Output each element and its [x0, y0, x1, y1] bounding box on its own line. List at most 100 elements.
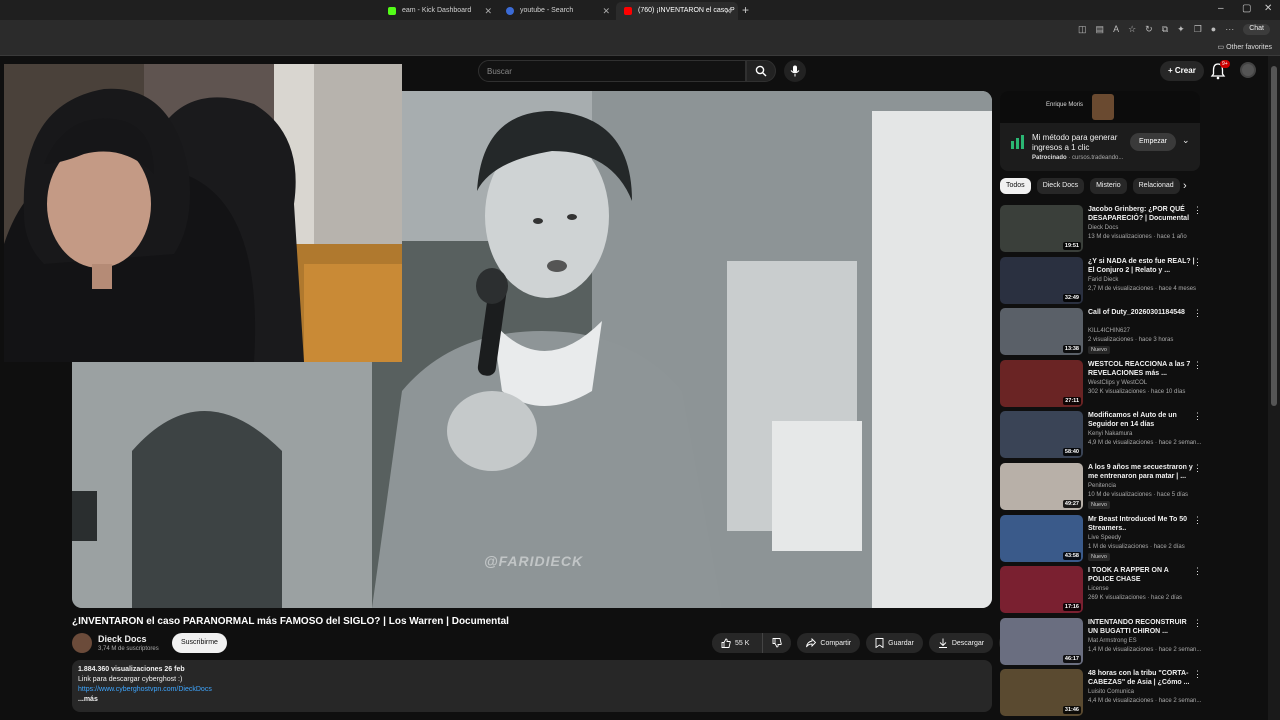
recommendation-title[interactable]: Modificamos el Auto de un Seguidor en 14… [1088, 411, 1196, 429]
recommendation-item[interactable]: 58:40 Modificamos el Auto de un Seguidor … [1000, 411, 1206, 459]
recommendation-title[interactable]: Jacobo Grinberg: ¿POR QUÉ DESAPARECIÓ? |… [1088, 205, 1196, 223]
recommendation-channel[interactable]: Live Speedy [1088, 535, 1121, 541]
channel-avatar[interactable] [72, 633, 92, 653]
minimize-icon[interactable]: – [1218, 3, 1224, 14]
chip-dieck-docs[interactable]: Dieck Docs [1036, 178, 1085, 194]
close-tab-icon[interactable]: ✕ [484, 6, 492, 17]
page-scrollbar[interactable] [1268, 56, 1280, 720]
description-box[interactable]: 1.884.360 visualizaciones 26 feb Link pa… [72, 660, 992, 712]
recommendation-title[interactable]: WESTCOL REACCIONA a las 7 REVELACIONES m… [1088, 360, 1196, 378]
recommendation-item[interactable]: 13:38 Call of Duty_20260301184548 KILL4ICH… [1000, 308, 1206, 356]
description-link[interactable]: https://www.cyberghostvpn.com/DieckDocs [78, 685, 986, 695]
video-thumbnail[interactable]: 46:17 [1000, 617, 1083, 665]
scrollbar-thumb[interactable] [1271, 66, 1277, 406]
video-thumbnail[interactable]: 32:49 [1000, 256, 1083, 304]
close-tab-icon[interactable]: ✕ [602, 6, 610, 17]
recommendation-title[interactable]: Mr Beast Introduced Me To 50 Streamers.. [1088, 515, 1196, 533]
voice-search-button[interactable] [784, 60, 806, 82]
tab-youtube-search[interactable]: youtube - Search ✕ [498, 2, 616, 20]
recommendation-channel[interactable]: Penitencia [1088, 483, 1116, 489]
recommendation-title[interactable]: A los 9 años me secuestraron y me entren… [1088, 463, 1196, 481]
new-tab-button[interactable]: + [742, 3, 749, 17]
search-input[interactable]: Buscar [478, 60, 746, 82]
recommendation-item[interactable]: 17:16 I TOOK A RAPPER ON A POLICE CHASE Li… [1000, 566, 1206, 614]
video-thumbnail[interactable]: 49:27 [1000, 463, 1083, 510]
show-more-link[interactable]: ...más [78, 695, 986, 705]
recommendation-channel[interactable]: Luisito Comunica [1088, 689, 1134, 695]
save-button[interactable]: Guardar [866, 633, 923, 653]
read-aloud-icon[interactable]: A [1113, 24, 1119, 35]
more-vertical-icon[interactable]: ⋮ [1193, 411, 1202, 422]
recommendation-channel[interactable]: Mat Armstrong ES [1088, 638, 1137, 644]
split-screen-icon[interactable]: ⧉ [1162, 24, 1168, 35]
chevron-down-icon[interactable]: ⌄ [1182, 135, 1190, 146]
copilot-chat-button[interactable]: Chat [1243, 24, 1270, 35]
recommendation-title[interactable]: 48 horas con la tribu "CORTA-CABEZAS" de… [1088, 669, 1196, 687]
create-button[interactable]: + Crear [1160, 61, 1204, 81]
recommendation-title[interactable]: INTENTANDO RECONSTRUIR UN BUGATTI CHIRON… [1088, 618, 1196, 636]
recommendation-item[interactable]: 46:17 INTENTANDO RECONSTRUIR UN BUGATTI C… [1000, 617, 1206, 666]
close-tab-icon[interactable]: ✕ [724, 6, 732, 17]
recommendation-item[interactable]: 19:51 Jacobo Grinberg: ¿POR QUÉ DESAPAREC… [1000, 205, 1206, 253]
recommendation-channel[interactable]: Dieck Docs [1088, 225, 1118, 231]
channel-name[interactable]: Dieck Docs [98, 634, 147, 644]
ad-cta-button[interactable]: Empezar [1130, 133, 1177, 151]
more-vertical-icon[interactable]: ⋮ [1193, 205, 1202, 216]
thumbs-up-icon [721, 638, 731, 648]
video-thumbnail[interactable]: 17:16 [1000, 566, 1083, 614]
refresh-icon[interactable]: ↻ [1145, 24, 1153, 35]
recommendation-channel[interactable]: KILL4ICHIN627 [1088, 328, 1130, 334]
dislike-button[interactable] [762, 633, 792, 653]
profile-icon[interactable]: ● [1211, 24, 1216, 35]
maximize-icon[interactable]: ▢ [1242, 3, 1251, 14]
video-thumbnail[interactable]: 58:40 [1000, 411, 1083, 459]
more-vertical-icon[interactable]: ⋮ [1193, 566, 1202, 577]
chip-relacionados[interactable]: Relacionad [1132, 178, 1180, 194]
more-vertical-icon[interactable]: ⋮ [1193, 463, 1202, 474]
recommendation-item[interactable]: 43:58 Mr Beast Introduced Me To 50 Stream… [1000, 514, 1206, 563]
recommendation-title[interactable]: ¿Y si NADA de esto fue REAL? | El Conjur… [1088, 257, 1196, 275]
tab-youtube-video[interactable]: (760) ¡INVENTARON el caso P ✕ [616, 2, 738, 20]
download-button[interactable]: Descargar [928, 633, 994, 653]
search-icon [755, 65, 767, 77]
more-menu-icon[interactable]: ··· [1225, 24, 1234, 35]
recommendation-title[interactable]: Call of Duty_20260301184548 [1088, 308, 1196, 317]
reader-icon[interactable]: ▤ [1096, 24, 1105, 35]
sponsored-ad[interactable]: Enrique Moris Mi método para generar ing… [1000, 91, 1200, 171]
recommendation-channel[interactable]: Farid Dieck [1088, 277, 1118, 283]
video-thumbnail[interactable]: 19:51 [1000, 205, 1083, 252]
video-thumbnail[interactable]: 43:58 [1000, 514, 1083, 562]
recommendation-item[interactable]: 27:11 WESTCOL REACCIONA a las 7 REVELACIO… [1000, 359, 1206, 408]
more-vertical-icon[interactable]: ⋮ [1193, 360, 1202, 371]
video-thumbnail[interactable]: 27:11 [1000, 359, 1083, 407]
other-favorites-folder[interactable]: ▭ Other favorites [1218, 43, 1272, 51]
share-button[interactable]: Compartir [797, 633, 861, 653]
video-thumbnail[interactable]: 31:46 [1000, 669, 1083, 717]
more-vertical-icon[interactable]: ⋮ [1193, 618, 1202, 629]
video-thumbnail[interactable]: 13:38 [1000, 308, 1083, 356]
favorite-star-icon[interactable]: ☆ [1128, 24, 1136, 35]
tab-kick-dashboard[interactable]: eam - Kick Dashboard ✕ [380, 2, 498, 20]
subscribe-button[interactable]: Suscribirme [172, 633, 227, 653]
more-vertical-icon[interactable]: ⋮ [1193, 308, 1202, 319]
chevron-right-icon[interactable]: › [1183, 180, 1187, 192]
recommendation-channel[interactable]: WestClips y WestCOL [1088, 380, 1147, 386]
recommendation-item[interactable]: 49:27 A los 9 años me secuestraron y me e… [1000, 463, 1206, 511]
recommendation-channel[interactable]: Kenyi Nakamura [1088, 431, 1132, 437]
translate-icon[interactable]: ◫ [1078, 24, 1087, 35]
extensions-icon[interactable]: ✦ [1177, 24, 1185, 35]
more-vertical-icon[interactable]: ⋮ [1193, 669, 1202, 680]
collections-icon[interactable]: ❐ [1194, 24, 1202, 35]
recommendation-item[interactable]: 31:46 48 horas con la tribu "CORTA-CABEZA… [1000, 669, 1206, 717]
like-button[interactable]: 55 K [712, 633, 759, 653]
close-window-icon[interactable]: ✕ [1264, 3, 1272, 14]
recommendation-item[interactable]: 32:49 ¿Y si NADA de esto fue REAL? | El C… [1000, 256, 1206, 305]
chip-todos[interactable]: Todos [1000, 178, 1031, 194]
recommendation-channel[interactable]: License [1088, 586, 1109, 592]
account-avatar[interactable] [1240, 62, 1256, 78]
more-vertical-icon[interactable]: ⋮ [1193, 515, 1202, 526]
recommendation-title[interactable]: I TOOK A RAPPER ON A POLICE CHASE [1088, 566, 1196, 584]
search-button[interactable] [746, 60, 776, 82]
chip-misterio[interactable]: Misterio [1090, 178, 1127, 194]
more-vertical-icon[interactable]: ⋮ [1193, 257, 1202, 268]
